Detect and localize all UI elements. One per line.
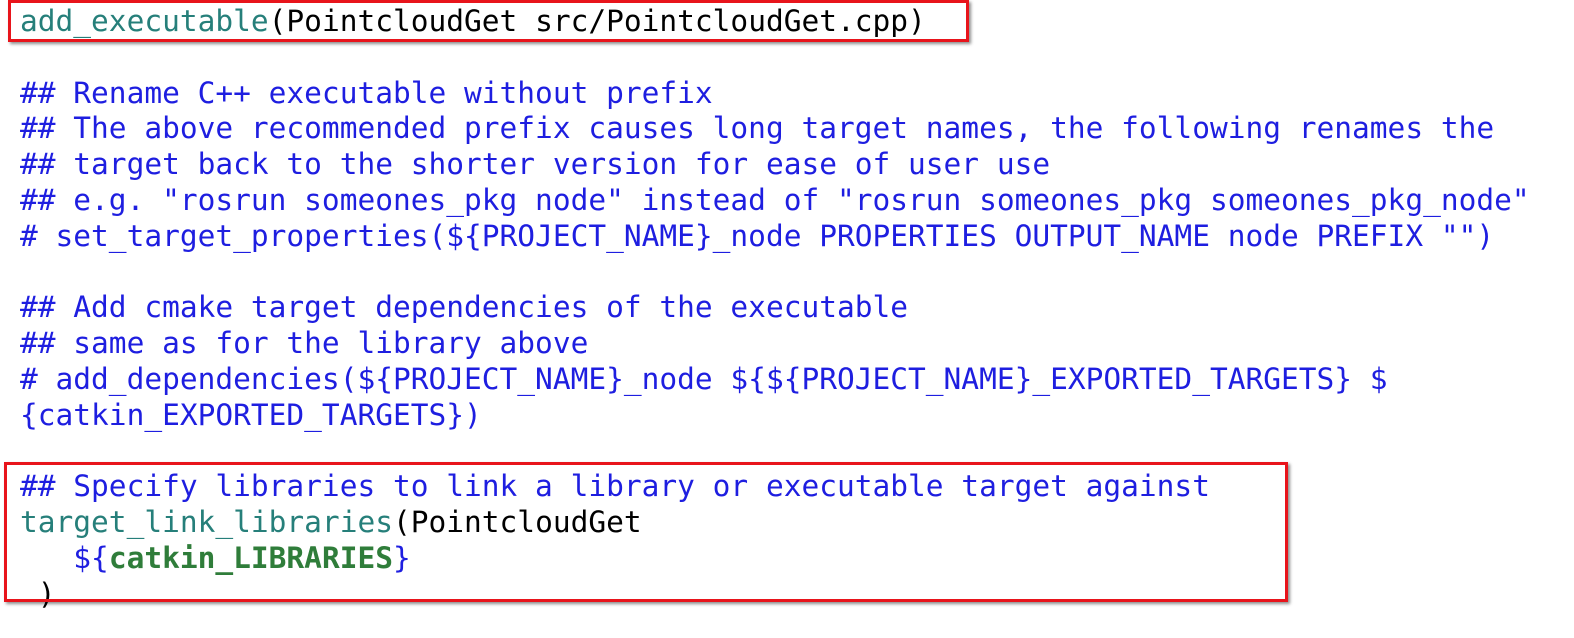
code-token: {catkin_EXPORTED_TARGETS}) (20, 397, 482, 432)
code-token: ## target back to the shorter version fo… (20, 147, 1051, 182)
code-token: ## The above recommended prefix causes l… (20, 111, 1495, 146)
code-editor: add_executable(PointcloudGet src/Pointcl… (0, 0, 1574, 638)
code-line: {catkin_EXPORTED_TARGETS}) (20, 397, 482, 433)
highlight-box-add-executable (8, 0, 969, 42)
code-line: ## e.g. "rosrun someones_pkg node" inste… (20, 182, 1530, 218)
code-line: ## same as for the library above (20, 325, 588, 361)
code-line: ## Rename C++ executable without prefix (20, 75, 713, 111)
code-token: ## Rename C++ executable without prefix (20, 75, 713, 110)
code-line: ## The above recommended prefix causes l… (20, 110, 1494, 146)
code-token: ## same as for the library above (20, 326, 589, 361)
code-line: # set_target_properties(${PROJECT_NAME}_… (20, 218, 1494, 254)
code-line: ## target back to the shorter version fo… (20, 146, 1050, 182)
code-token: ## Add cmake target dependencies of the … (20, 290, 909, 325)
code-token: # add_dependencies(${PROJECT_NAME}_node … (20, 362, 1388, 396)
code-line: # add_dependencies(${PROJECT_NAME}_node … (20, 361, 1388, 397)
code-line: ## Add cmake target dependencies of the … (20, 289, 908, 325)
code-token: # set_target_properties(${PROJECT_NAME}_… (20, 218, 1495, 253)
highlight-box-target-link-libraries (4, 462, 1288, 602)
code-token: ## e.g. "rosrun someones_pkg node" inste… (20, 183, 1530, 217)
